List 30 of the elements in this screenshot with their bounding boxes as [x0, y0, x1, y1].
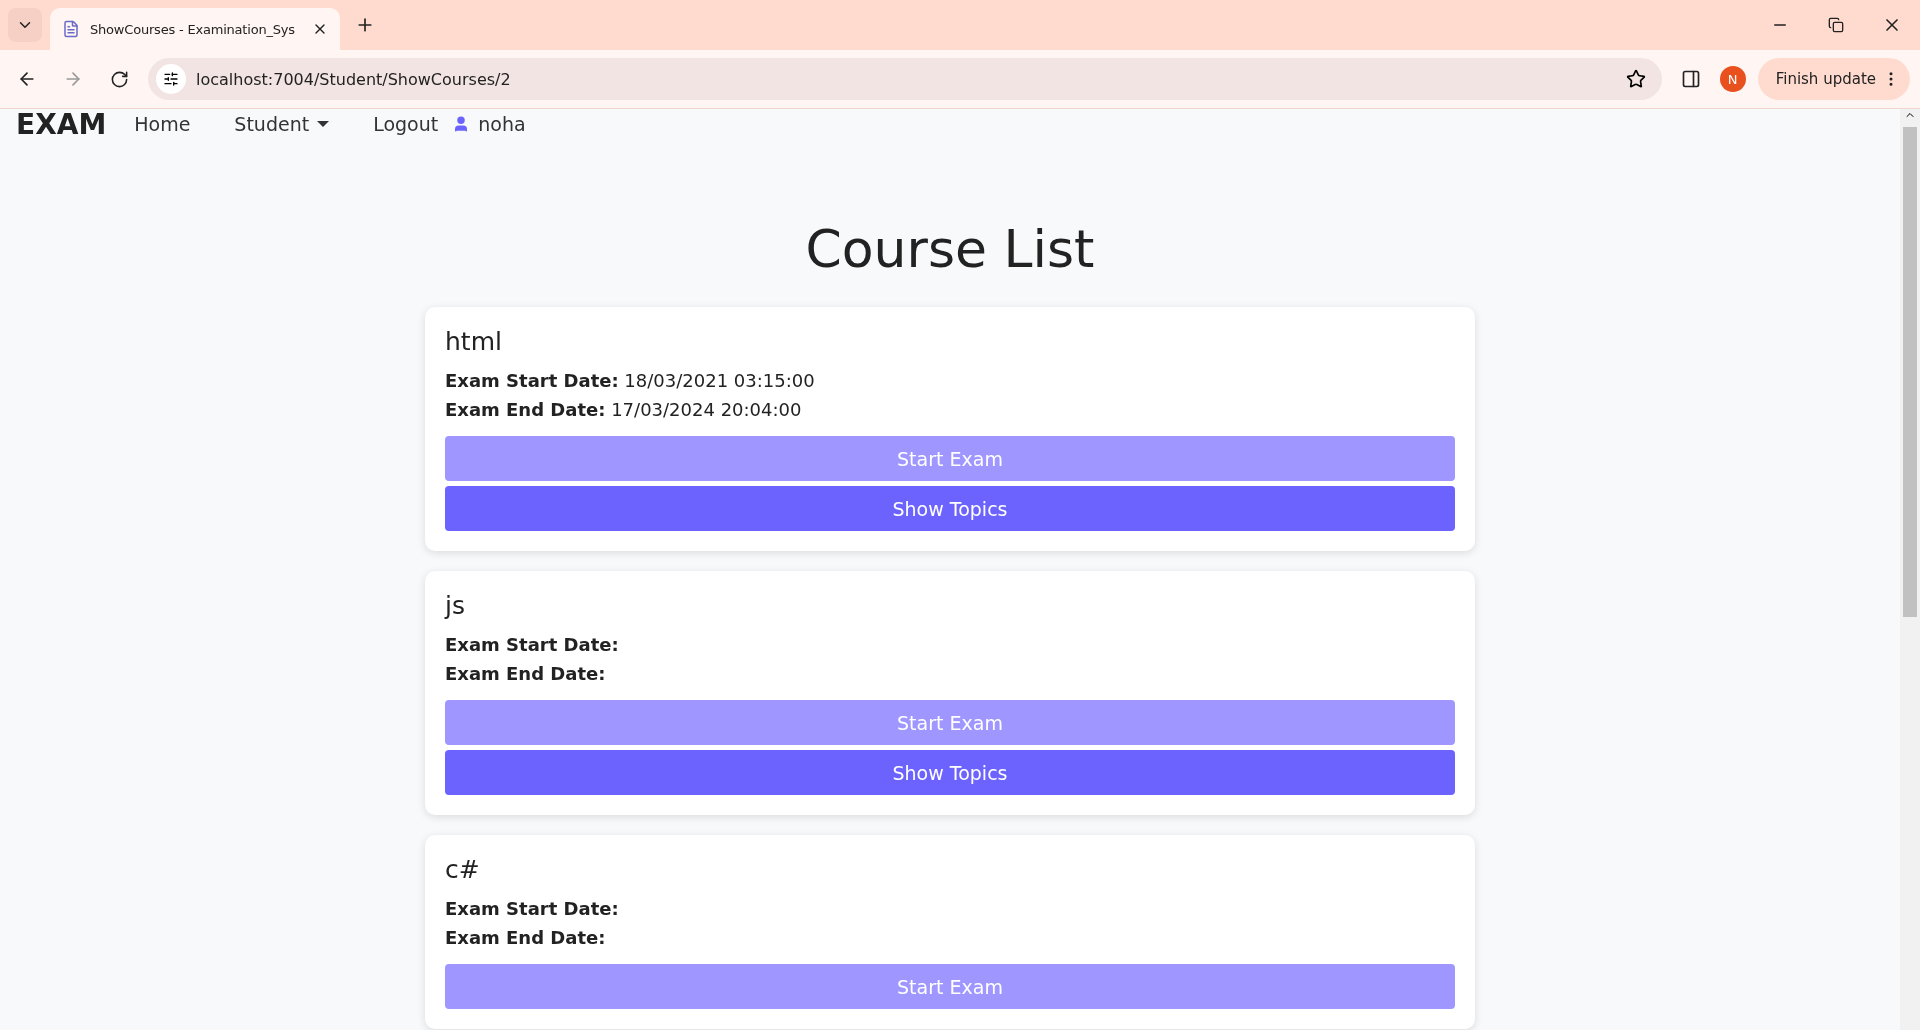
- user-link[interactable]: noha: [452, 113, 526, 135]
- course-name: html: [445, 327, 503, 356]
- exam-date: Exam End Date:: [445, 927, 607, 948]
- page-icon: [62, 20, 80, 38]
- page-title: Course List: [804, 219, 1096, 279]
- profile-avatar[interactable]: N: [1719, 66, 1746, 92]
- nav-link[interactable]: Home: [134, 113, 191, 135]
- exam-date: Exam Start Date:: [445, 634, 620, 655]
- restore-icon[interactable]: [1828, 17, 1844, 33]
- scrollbar[interactable]: [1900, 109, 1920, 1030]
- show-topics-button[interactable]: Show Topics: [445, 486, 1455, 531]
- url-text: localhost:7004/Student/ShowCourses/2: [196, 69, 512, 89]
- site-settings-icon[interactable]: [156, 64, 186, 94]
- course-name: c#: [445, 855, 481, 884]
- brand-logo[interactable]: EXAM: [16, 109, 107, 141]
- course-name: js: [445, 591, 466, 620]
- nav-dropdown[interactable]: Student: [234, 113, 330, 135]
- address-bar[interactable]: localhost:7004/Student/ShowCourses/2: [148, 58, 1662, 100]
- side-panel-icon[interactable]: [1680, 69, 1701, 89]
- exam-date: Exam Start Date:: [445, 898, 620, 919]
- finish-update-button[interactable]: Finish update: [1757, 58, 1910, 100]
- reload-icon[interactable]: [109, 69, 129, 89]
- show-topics-button[interactable]: Show Topics: [445, 750, 1455, 795]
- nav-link[interactable]: Logout: [373, 113, 439, 135]
- browser-tab[interactable]: ShowCourses - Examination_Sys: [50, 8, 340, 50]
- bookmark-star-icon[interactable]: [1625, 69, 1646, 89]
- exam-date: Exam Start Date: 18/03/2021 03:15:00: [445, 370, 816, 391]
- exam-date: Exam End Date: 17/03/2024 20:04:00: [445, 399, 803, 420]
- tab-title: ShowCourses - Examination_Sys: [90, 21, 296, 37]
- exam-date: Exam End Date:: [445, 663, 607, 684]
